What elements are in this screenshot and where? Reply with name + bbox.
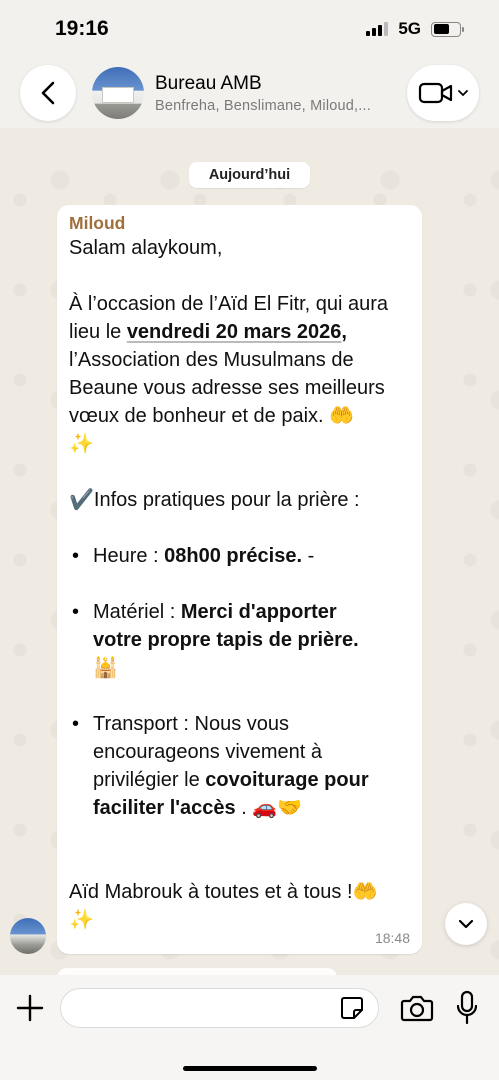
list-item: • Transport : Nous vous encourageons viv… (69, 710, 410, 822)
composer-bar (0, 975, 499, 1080)
status-time: 19:16 (55, 17, 109, 40)
message-sender: Miloud (69, 213, 126, 233)
message-line: lieu le vendredi 20 mars 2026, (69, 318, 410, 346)
network-label: 5G (398, 19, 421, 38)
bullet-icon: • (72, 601, 80, 623)
message-line: vœux de bonheur et de paix. 🤲 (69, 405, 355, 427)
plus-icon[interactable] (14, 992, 46, 1024)
text-segment: covoiturage pour (205, 769, 369, 791)
battery-icon (431, 21, 464, 37)
video-call-button[interactable] (407, 65, 479, 121)
message-line: encourageons vivement à (93, 741, 323, 763)
message-input[interactable] (60, 988, 379, 1028)
camera-icon[interactable] (400, 992, 434, 1024)
message-line: privilégier le covoiturage pour (93, 766, 410, 794)
text-segment: - (302, 545, 315, 567)
text-segment: Heure : (93, 545, 165, 567)
message-bubble[interactable]: Miloud Salam alaykoum, À l’occasion de l… (57, 205, 422, 954)
message-timestamp: 18:48 (374, 930, 410, 946)
text-segment: , (341, 321, 347, 343)
sparkles-emoji: ✨ (69, 909, 94, 931)
text-segment: faciliter l'accès (93, 797, 236, 819)
sparkles-emoji: ✨ (69, 433, 94, 455)
home-indicator (183, 1066, 317, 1071)
bullet-icon: • (72, 545, 80, 567)
message-line: Aïd Mabrouk à toutes et à tous !🤲 (69, 881, 378, 903)
chat-participants: Benfreha, Benslimane, Miloud,... (155, 97, 371, 114)
chat-header: Bureau AMB Benfreha, Benslimane, Miloud,… (0, 58, 499, 128)
text-segment: Merci d'apporter (180, 601, 337, 623)
bullet-icon: • (72, 713, 80, 735)
group-avatar[interactable] (92, 67, 144, 119)
status-bar: 19:16 5G (0, 0, 499, 58)
message-line: faciliter l'accès . 🚗🤝 (93, 794, 410, 822)
video-camera-icon (418, 82, 453, 104)
text-segment: Matériel : (93, 601, 181, 623)
message-line: Salam alaykoum, (69, 237, 223, 259)
message-line: ✔️Infos pratiques pour la prière : (69, 489, 360, 511)
text-segment: . 🚗🤝 (235, 797, 303, 819)
chevron-down-icon (458, 919, 474, 929)
status-indicators: 5G (366, 19, 464, 39)
mosque-emoji: 🕌 (93, 657, 118, 679)
message-line: Heure : 08h00 précise. - (93, 542, 410, 570)
message-line: Matériel : Merci d'apporter (93, 598, 410, 626)
text-segment: lieu le (69, 321, 127, 343)
scroll-to-bottom-button[interactable] (445, 903, 487, 945)
list-item: • Matériel : Merci d'apporter votre prop… (69, 598, 410, 682)
chat-title: Bureau AMB (155, 72, 262, 94)
chat-info[interactable]: Bureau AMB Benfreha, Benslimane, Miloud,… (155, 73, 407, 114)
sender-avatar[interactable] (10, 918, 46, 954)
microphone-icon[interactable] (455, 990, 479, 1026)
chevron-left-icon (41, 81, 55, 105)
message-line: Transport : Nous vous (93, 713, 290, 735)
list-item: • Heure : 08h00 précise. - (69, 542, 410, 570)
sticker-icon[interactable] (339, 995, 365, 1021)
back-button[interactable] (20, 65, 76, 121)
message-line: Beaune vous adresse ses meilleurs (69, 377, 385, 399)
chevron-down-icon (458, 90, 468, 97)
text-segment: privilégier le (93, 769, 206, 791)
date-separator: Aujourd’hui (189, 162, 310, 188)
signal-icon (366, 22, 389, 36)
message-line: l’Association des Musulmans de (69, 349, 354, 371)
date-link[interactable]: vendredi 20 mars 2026 (127, 321, 342, 343)
message-line: votre propre tapis de prière. (93, 629, 359, 651)
text-segment: 08h00 précise. (164, 545, 303, 567)
message-line: À l’occasion de l’Aïd El Fitr, qui aura (69, 293, 389, 315)
